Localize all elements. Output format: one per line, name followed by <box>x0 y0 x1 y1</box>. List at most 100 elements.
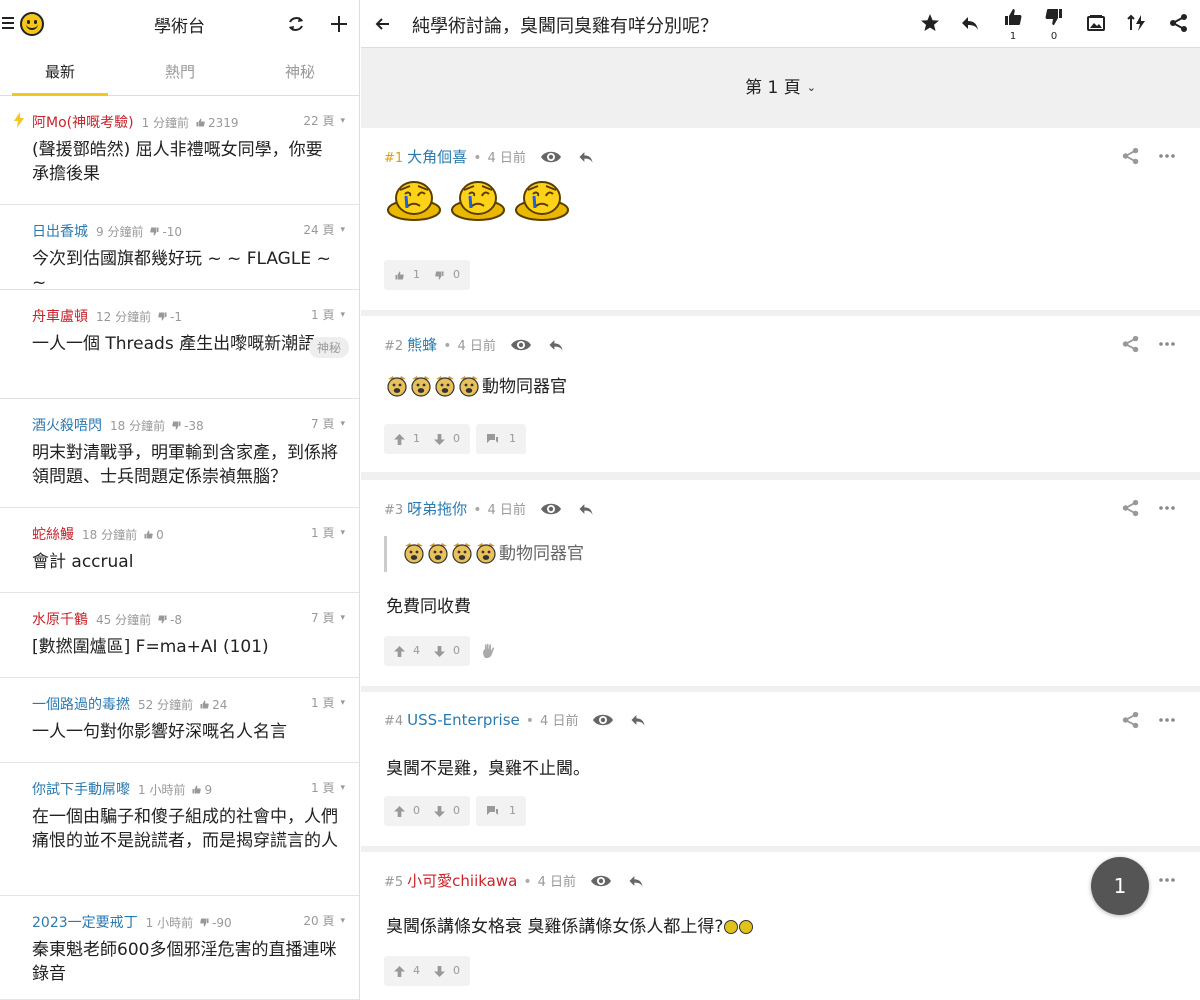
topic-pages-dropdown[interactable]: 1 頁 <box>311 306 345 323</box>
page-jump-button[interactable]: 1 <box>1091 857 1149 915</box>
image-mode-icon[interactable] <box>1085 12 1107 34</box>
post-more-icon[interactable] <box>1157 334 1177 354</box>
topic-author[interactable]: 日出香城 <box>32 224 88 240</box>
topic-author[interactable]: 2023一定要戒丁 <box>32 915 138 931</box>
share-icon[interactable] <box>1168 12 1190 34</box>
post-number: #5 <box>384 875 404 890</box>
topic-pages-dropdown[interactable]: 20 頁 <box>303 912 345 929</box>
post-downvote-button[interactable]: 0 <box>434 804 460 817</box>
post-share-icon[interactable] <box>1121 146 1141 166</box>
topic-pages-dropdown[interactable]: 1 頁 <box>311 779 345 796</box>
post-replies-button[interactable]: 1 <box>476 424 526 454</box>
quote-reply-icon[interactable] <box>628 711 648 729</box>
laughing-emote <box>475 542 497 564</box>
back-arrow-icon[interactable] <box>373 14 393 34</box>
topic-row[interactable]: 水原千鶴 45 分鐘前 -8 7 頁 [數撚圍爐區] F=ma+AI (101) <box>0 593 359 678</box>
topic-row[interactable]: 一個路過的毒撚 52 分鐘前 24 1 頁一人一句對你影響好深嘅名人名言 <box>0 678 359 763</box>
author-only-icon[interactable] <box>1127 12 1149 34</box>
topic-author[interactable]: 水原千鶴 <box>32 612 88 628</box>
topic-row[interactable]: 酒火殺唔閃 18 分鐘前 -38 7 頁明末對清戰爭，明軍輸到含家產，到係將領問題、士… <box>0 399 359 508</box>
refresh-icon[interactable] <box>285 13 307 35</box>
topic-row[interactable]: 蛇絲鰻 18 分鐘前 0 1 頁會計 accrual <box>0 508 359 593</box>
post-author[interactable]: 小可愛chiikawa <box>407 872 517 890</box>
topic-time: 12 分鐘前 <box>96 310 152 324</box>
laughing-emote <box>451 542 473 564</box>
post: #1 大角佪喜 • 4 日前 1 0 <box>361 128 1200 310</box>
arrow-down-icon <box>434 637 449 667</box>
post-more-icon[interactable] <box>1157 870 1177 890</box>
topic-meta: 2023一定要戒丁 1 小時前 -90 <box>32 912 232 932</box>
topic-pages-dropdown[interactable]: 1 頁 <box>311 524 345 541</box>
post-number: #2 <box>384 339 404 354</box>
post-replies-button[interactable]: 1 <box>476 796 526 826</box>
topic-author[interactable]: 你試下手動屌嚟 <box>32 782 130 798</box>
topic-author[interactable]: 蛇絲鰻 <box>32 527 74 543</box>
post-author[interactable]: 熊蜂 <box>407 336 437 354</box>
view-author-eye-icon[interactable] <box>540 148 562 166</box>
post-author[interactable]: 呀弟拖你 <box>407 500 467 518</box>
post-vote-box: 00 <box>384 796 470 826</box>
topic-author[interactable]: 舟車盧頓 <box>32 309 88 325</box>
post-share-icon[interactable] <box>1121 710 1141 730</box>
bookmark-star-icon[interactable] <box>919 12 941 34</box>
post-share-icon[interactable] <box>1121 334 1141 354</box>
topic-list-panel: 學術台 最新 熱門 神秘 阿Mo(神嘅考驗) 1 分鐘前 2319 22 頁 (聲援鄧皓… <box>0 0 360 1000</box>
topic-vote-count: 2319 <box>195 116 239 130</box>
post-downvote-button[interactable]: 0 <box>434 964 460 977</box>
post-more-icon[interactable] <box>1157 146 1177 166</box>
post-downvote-button[interactable]: 0 <box>434 268 460 281</box>
post-upvote-button[interactable]: 4 <box>394 644 420 657</box>
post-upvote-button[interactable]: 4 <box>394 964 420 977</box>
post-more-icon[interactable] <box>1157 498 1177 518</box>
laughing-emote <box>386 375 408 397</box>
quote-reply-icon[interactable] <box>576 500 596 518</box>
topic-row[interactable]: 日出香城 9 分鐘前 -10 24 頁今次到估國旗都幾好玩 ~ ~ FLAGLE ~ … <box>0 205 359 293</box>
quoted-post[interactable]: 動物同器官 <box>384 536 584 572</box>
post-share-icon[interactable] <box>1121 498 1141 518</box>
post-upvote-button[interactable]: 1 <box>394 268 420 281</box>
topic-author[interactable]: 酒火殺唔閃 <box>32 418 102 434</box>
post-downvote-button[interactable]: 0 <box>434 644 460 657</box>
topic-row[interactable]: 你試下手動屌嚟 1 小時前 9 1 頁在一個由騙子和傻子組成的社會中，人們痛恨的並不是… <box>0 763 359 896</box>
view-author-eye-icon[interactable] <box>592 711 614 729</box>
topic-author[interactable]: 一個路過的毒撚 <box>32 697 130 713</box>
topic-pages-dropdown[interactable]: 24 頁 <box>303 221 345 238</box>
quote-reply-icon[interactable] <box>546 336 566 354</box>
page-selector[interactable]: 第 1 頁 ⌄ <box>361 48 1200 128</box>
post-author[interactable]: USS-Enterprise <box>407 711 520 729</box>
tab-latest[interactable]: 最新 <box>0 48 120 96</box>
topic-pages-dropdown[interactable]: 7 頁 <box>311 609 345 626</box>
topic-author[interactable]: 阿Mo(神嘅考驗) <box>32 115 134 131</box>
view-author-eye-icon[interactable] <box>540 500 562 518</box>
topic-row[interactable]: 2023一定要戒丁 1 小時前 -90 20 頁秦東魁老師600多個邪淫危害的直播連咪… <box>0 896 359 1000</box>
topic-tag-badge: 神秘 <box>308 337 349 358</box>
topic-pages-dropdown[interactable]: 7 頁 <box>311 415 345 432</box>
post-downvote-button[interactable]: 0 <box>434 432 460 445</box>
topic-pages-dropdown[interactable]: 1 頁 <box>311 694 345 711</box>
topic-row[interactable]: 阿Mo(神嘅考驗) 1 分鐘前 2319 22 頁 (聲援鄧皓然) 屈人非禮嘅女同學，你… <box>0 96 359 205</box>
reaction-hand-icon[interactable] <box>481 643 497 659</box>
thumb-down-icon <box>149 225 162 239</box>
view-author-eye-icon[interactable] <box>510 336 532 354</box>
thread-dislike-icon[interactable] <box>1043 6 1065 28</box>
new-topic-plus-icon[interactable] <box>328 13 350 35</box>
post-author[interactable]: 大角佪喜 <box>407 148 467 166</box>
post-body <box>386 178 578 227</box>
tab-hot[interactable]: 熱門 <box>120 48 240 96</box>
view-author-eye-icon[interactable] <box>590 872 612 890</box>
smiley-emote <box>724 920 739 934</box>
quote-reply-icon[interactable] <box>576 148 596 166</box>
post-upvote-button[interactable]: 1 <box>394 432 420 445</box>
post-upvote-button[interactable]: 0 <box>394 804 420 817</box>
thread-toolbar: 純學術討論，臭閪同臭雞有咩分別呢？ 1 0 <box>361 0 1200 48</box>
tab-mystery[interactable]: 神秘 <box>240 48 359 96</box>
lihkg-logo[interactable] <box>20 12 44 36</box>
reply-icon[interactable] <box>959 12 981 34</box>
post-more-icon[interactable] <box>1157 710 1177 730</box>
thread-like-icon[interactable] <box>1002 6 1024 28</box>
post: #2 熊蜂 • 4 日前 動物同器官 1 0 1 <box>361 316 1200 472</box>
hamburger-menu-icon[interactable] <box>2 17 14 29</box>
quote-reply-icon[interactable] <box>626 872 646 890</box>
topic-row[interactable]: 舟車盧頓 12 分鐘前 -1 1 頁一人一個 Threads 產生出嚟嘅新潮語神秘 <box>0 290 359 399</box>
topic-pages-dropdown[interactable]: 22 頁 <box>303 112 345 129</box>
